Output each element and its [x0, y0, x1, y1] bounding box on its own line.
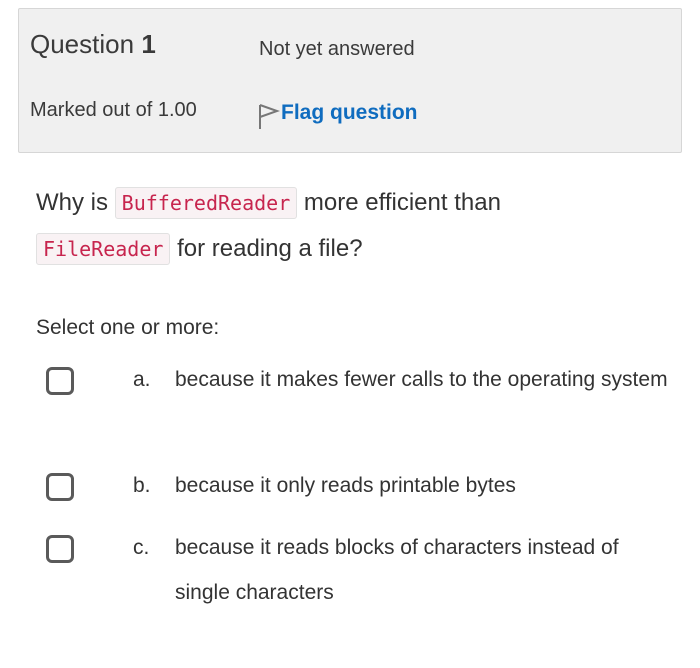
checkbox-option-b[interactable] — [46, 473, 74, 501]
question-grade: Marked out of 1.00 — [30, 99, 197, 121]
question-label: Question — [30, 29, 135, 59]
checkbox-option-c[interactable] — [46, 535, 74, 563]
option-letter: c. — [133, 536, 150, 559]
option-letter: a. — [133, 368, 151, 391]
option-text[interactable]: because it only reads printable bytes — [175, 463, 675, 508]
question-text-part1: Why is — [36, 189, 108, 216]
answer-prompt: Select one or more: — [36, 316, 220, 339]
flag-question-label[interactable]: Flag question — [281, 101, 418, 125]
option-text[interactable]: because it reads blocks of characters in… — [175, 525, 675, 615]
flag-question-button[interactable]: Flag question — [255, 95, 418, 131]
code-bufferedreader: BufferedReader — [114, 187, 298, 219]
option-text[interactable]: because it makes fewer calls to the oper… — [175, 357, 675, 402]
question-state: Not yet answered — [259, 38, 415, 60]
code-filereader: FileReader — [36, 233, 171, 265]
question-number: 1 — [141, 29, 156, 59]
question-info-panel: Question 1 Not yet answered Marked out o… — [18, 8, 682, 153]
option-letter: b. — [133, 474, 151, 497]
question-heading: Question 1 — [30, 29, 156, 60]
flag-icon — [255, 101, 281, 131]
question-text-part3: for reading a file? — [177, 235, 363, 262]
checkbox-option-a[interactable] — [46, 367, 74, 395]
question-text-part2: more efficient than — [303, 189, 501, 216]
question-text: Why is BufferedReader more efficient tha… — [36, 180, 636, 272]
